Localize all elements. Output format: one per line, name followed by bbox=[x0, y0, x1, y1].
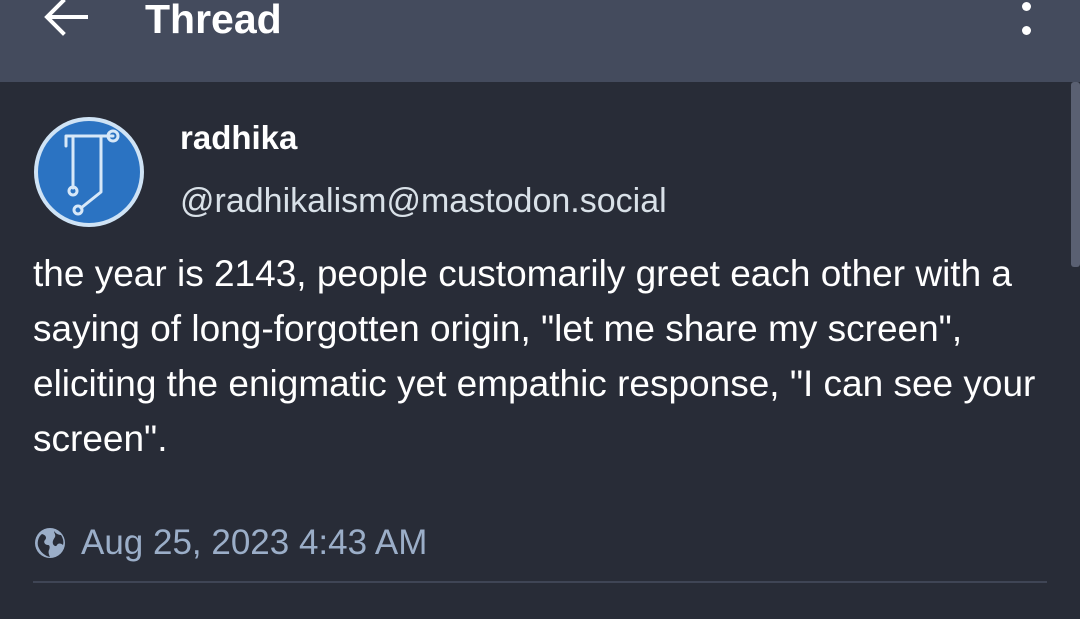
author-display-name[interactable]: radhika bbox=[180, 118, 297, 158]
avatar[interactable] bbox=[33, 116, 145, 228]
top-app-bar: Thread bbox=[0, 0, 1080, 82]
globe-icon bbox=[35, 528, 65, 558]
status-content: the year is 2143, people customarily gre… bbox=[33, 253, 1036, 459]
thread-screen: Thread radhika @radhikalism@mastodon.soc… bbox=[0, 0, 1080, 619]
arrow-left-icon bbox=[44, 0, 88, 36]
divider bbox=[33, 581, 1047, 583]
more-vertical-icon bbox=[1022, 2, 1031, 11]
author-handle[interactable]: @radhikalism@mastodon.social bbox=[180, 180, 667, 222]
more-options-button[interactable] bbox=[1012, 0, 1042, 40]
avatar-logo-icon bbox=[34, 117, 144, 227]
back-button[interactable] bbox=[42, 0, 94, 38]
status-timestamp[interactable]: Aug 25, 2023 4:43 AM bbox=[81, 520, 427, 566]
page-title: Thread bbox=[145, 0, 282, 42]
scrollbar[interactable] bbox=[1071, 82, 1080, 267]
